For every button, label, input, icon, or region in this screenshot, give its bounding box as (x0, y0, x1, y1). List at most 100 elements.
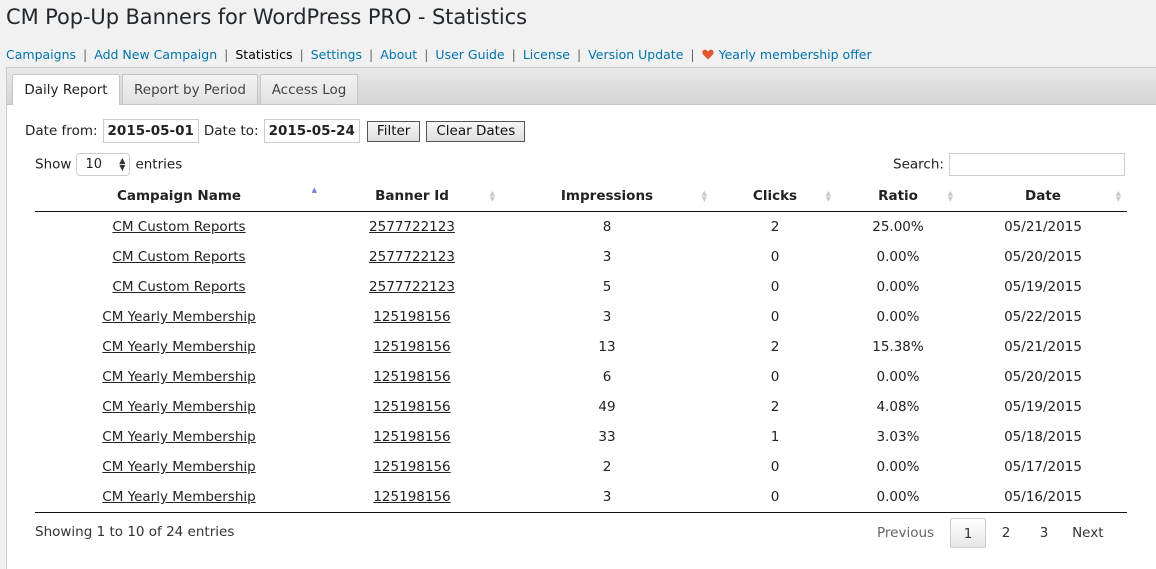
clear-dates-button[interactable]: Clear Dates (426, 120, 526, 142)
cell-clicks: 0 (770, 369, 780, 385)
nav-campaigns[interactable]: Campaigns (6, 47, 76, 62)
banner-id-link[interactable]: 125198156 (373, 459, 450, 475)
banner-id-link[interactable]: 125198156 (373, 309, 450, 325)
cell-clicks: 2 (770, 339, 780, 355)
banner-id-link[interactable]: 2577722123 (369, 219, 455, 235)
table-row: CM Yearly Membership 125198156 49 2 4.08% 05/… (35, 392, 1127, 422)
entries-per-page-select[interactable]: 10 ▲ ▼ (76, 153, 131, 176)
banner-id-link[interactable]: 125198156 (373, 429, 450, 445)
nav-add-new-campaign[interactable]: Add New Campaign (94, 47, 217, 62)
campaign-link[interactable]: CM Yearly Membership (102, 399, 255, 415)
date-to-input[interactable]: 2015-05-24 (263, 119, 360, 143)
cell-banner-id: 2577722123 (323, 212, 501, 243)
cell-clicks: 0 (770, 309, 780, 325)
entries-length: Show 10 ▲ ▼ entries (35, 153, 182, 176)
cell-date: 05/21/2015 (1004, 219, 1082, 235)
nav-about[interactable]: About (380, 47, 417, 62)
tab-report-by-period[interactable]: Report by Period (122, 74, 258, 104)
sort-ascending-icon: ▲ (311, 186, 317, 194)
campaign-link[interactable]: CM Yearly Membership (102, 429, 255, 445)
campaign-link[interactable]: CM Yearly Membership (102, 459, 255, 475)
cell-campaign: CM Custom Reports (35, 242, 323, 272)
nav-user-guide[interactable]: User Guide (435, 47, 504, 62)
date-from-input[interactable]: 2015-05-01 (102, 119, 199, 143)
table-row: CM Yearly Membership 125198156 3 0 0.00% 05/1… (35, 482, 1127, 513)
cell-banner-id: 125198156 (323, 332, 501, 362)
column-header-banner-id[interactable]: Banner Id ▲ ▼ (323, 181, 501, 212)
column-header-label: Banner Id (375, 188, 449, 204)
column-header-clicks[interactable]: Clicks ▲ ▼ (713, 181, 837, 212)
table-header-row: Campaign Name ▲ Banner Id ▲ ▼ Impressions ▲ ▼… (35, 181, 1127, 212)
nav-statistics[interactable]: Statistics (235, 47, 292, 62)
page-button-2[interactable]: 2 (988, 518, 1024, 548)
column-header-label: Impressions (560, 188, 654, 204)
cell-date: 05/19/2015 (1004, 399, 1082, 415)
previous-page-button[interactable]: Previous (877, 525, 934, 541)
show-label: Show (35, 156, 72, 173)
page-button-3[interactable]: 3 (1026, 518, 1062, 548)
nav-settings[interactable]: Settings (311, 47, 362, 62)
banner-id-link[interactable]: 125198156 (373, 339, 450, 355)
sort-both-icon: ▲ ▼ (489, 189, 495, 203)
cell-campaign: CM Yearly Membership (35, 482, 323, 513)
date-to-label: Date to: (203, 123, 259, 139)
filter-button[interactable]: Filter (366, 120, 421, 142)
cell-campaign: CM Yearly Membership (35, 332, 323, 362)
cell-date: 05/16/2015 (959, 482, 1127, 513)
column-header-impressions[interactable]: Impressions ▲ ▼ (501, 181, 713, 212)
column-header-campaign-name[interactable]: Campaign Name ▲ (35, 181, 323, 212)
yearly-offer-label: Yearly membership offer (718, 47, 872, 62)
cell-ratio: 0.00% (837, 482, 959, 513)
banner-id-link[interactable]: 2577722123 (369, 279, 455, 295)
nav-yearly-offer[interactable]: Yearly membership offer (701, 47, 872, 62)
cell-impressions: 49 (598, 399, 616, 415)
cell-date: 05/21/2015 (1004, 339, 1082, 355)
cell-date: 05/19/2015 (1004, 279, 1082, 295)
column-header-date[interactable]: Date ▲ ▼ (959, 181, 1127, 212)
cell-campaign: CM Yearly Membership (35, 392, 323, 422)
banner-id-link[interactable]: 125198156 (373, 489, 450, 505)
cell-date: 05/22/2015 (1004, 309, 1082, 325)
nav-separator: | (576, 47, 582, 62)
nav-license[interactable]: License (523, 47, 570, 62)
banner-id-link[interactable]: 125198156 (373, 399, 450, 415)
sort-both-icon: ▲ ▼ (1115, 189, 1121, 203)
campaign-link[interactable]: CM Custom Reports (112, 249, 245, 265)
tab-daily-report[interactable]: Daily Report (12, 74, 120, 105)
table-row: CM Yearly Membership 125198156 6 0 0.00% 05/2… (35, 362, 1127, 392)
date-filter: Date from: 2015-05-01 Date to: 2015-05-24 Fi… (25, 119, 526, 143)
cell-ratio: 0.00% (876, 459, 920, 475)
search-label: Search: (893, 156, 944, 173)
campaign-link[interactable]: CM Yearly Membership (102, 339, 255, 355)
cell-date: 05/20/2015 (1004, 369, 1082, 385)
next-page-button[interactable]: Next (1072, 525, 1103, 541)
cell-clicks: 0 (770, 249, 780, 265)
cell-date: 05/17/2015 (1004, 459, 1082, 475)
column-header-label: Campaign Name (116, 188, 242, 204)
cell-impressions: 3 (602, 309, 612, 325)
page-button-1[interactable]: 1 (950, 518, 987, 548)
banner-id-link[interactable]: 125198156 (373, 369, 450, 385)
cell-ratio: 25.00% (872, 219, 924, 235)
campaign-link[interactable]: CM Custom Reports (112, 219, 245, 235)
campaign-link[interactable]: CM Yearly Membership (102, 369, 255, 385)
campaign-link[interactable]: CM Custom Reports (112, 279, 245, 295)
page-title: CM Pop-Up Banners for WordPress PRO - St… (6, 5, 527, 29)
nav-separator: | (224, 47, 229, 62)
campaign-link[interactable]: CM Yearly Membership (102, 309, 255, 325)
cell-ratio: 15.38% (872, 339, 924, 355)
cell-impressions: 2 (602, 459, 612, 475)
cell-campaign: CM Yearly Membership (35, 422, 323, 452)
search-input[interactable] (948, 153, 1125, 176)
banner-id-link[interactable]: 2577722123 (369, 249, 455, 265)
tab-access-log[interactable]: Access Log (260, 74, 358, 104)
column-header-ratio[interactable]: Ratio ▲ ▼ (837, 181, 959, 212)
cell-campaign: CM Yearly Membership (35, 362, 323, 392)
date-from-label: Date from: (25, 123, 98, 139)
nav-separator: | (511, 47, 516, 62)
report-tabs: Daily Report Report by Period Access Log (7, 68, 1156, 105)
campaign-link[interactable]: CM Yearly Membership (102, 489, 255, 505)
entries-per-page-value: 10 (85, 157, 102, 172)
nav-separator: | (369, 47, 374, 62)
nav-version-update[interactable]: Version Update (588, 47, 683, 62)
